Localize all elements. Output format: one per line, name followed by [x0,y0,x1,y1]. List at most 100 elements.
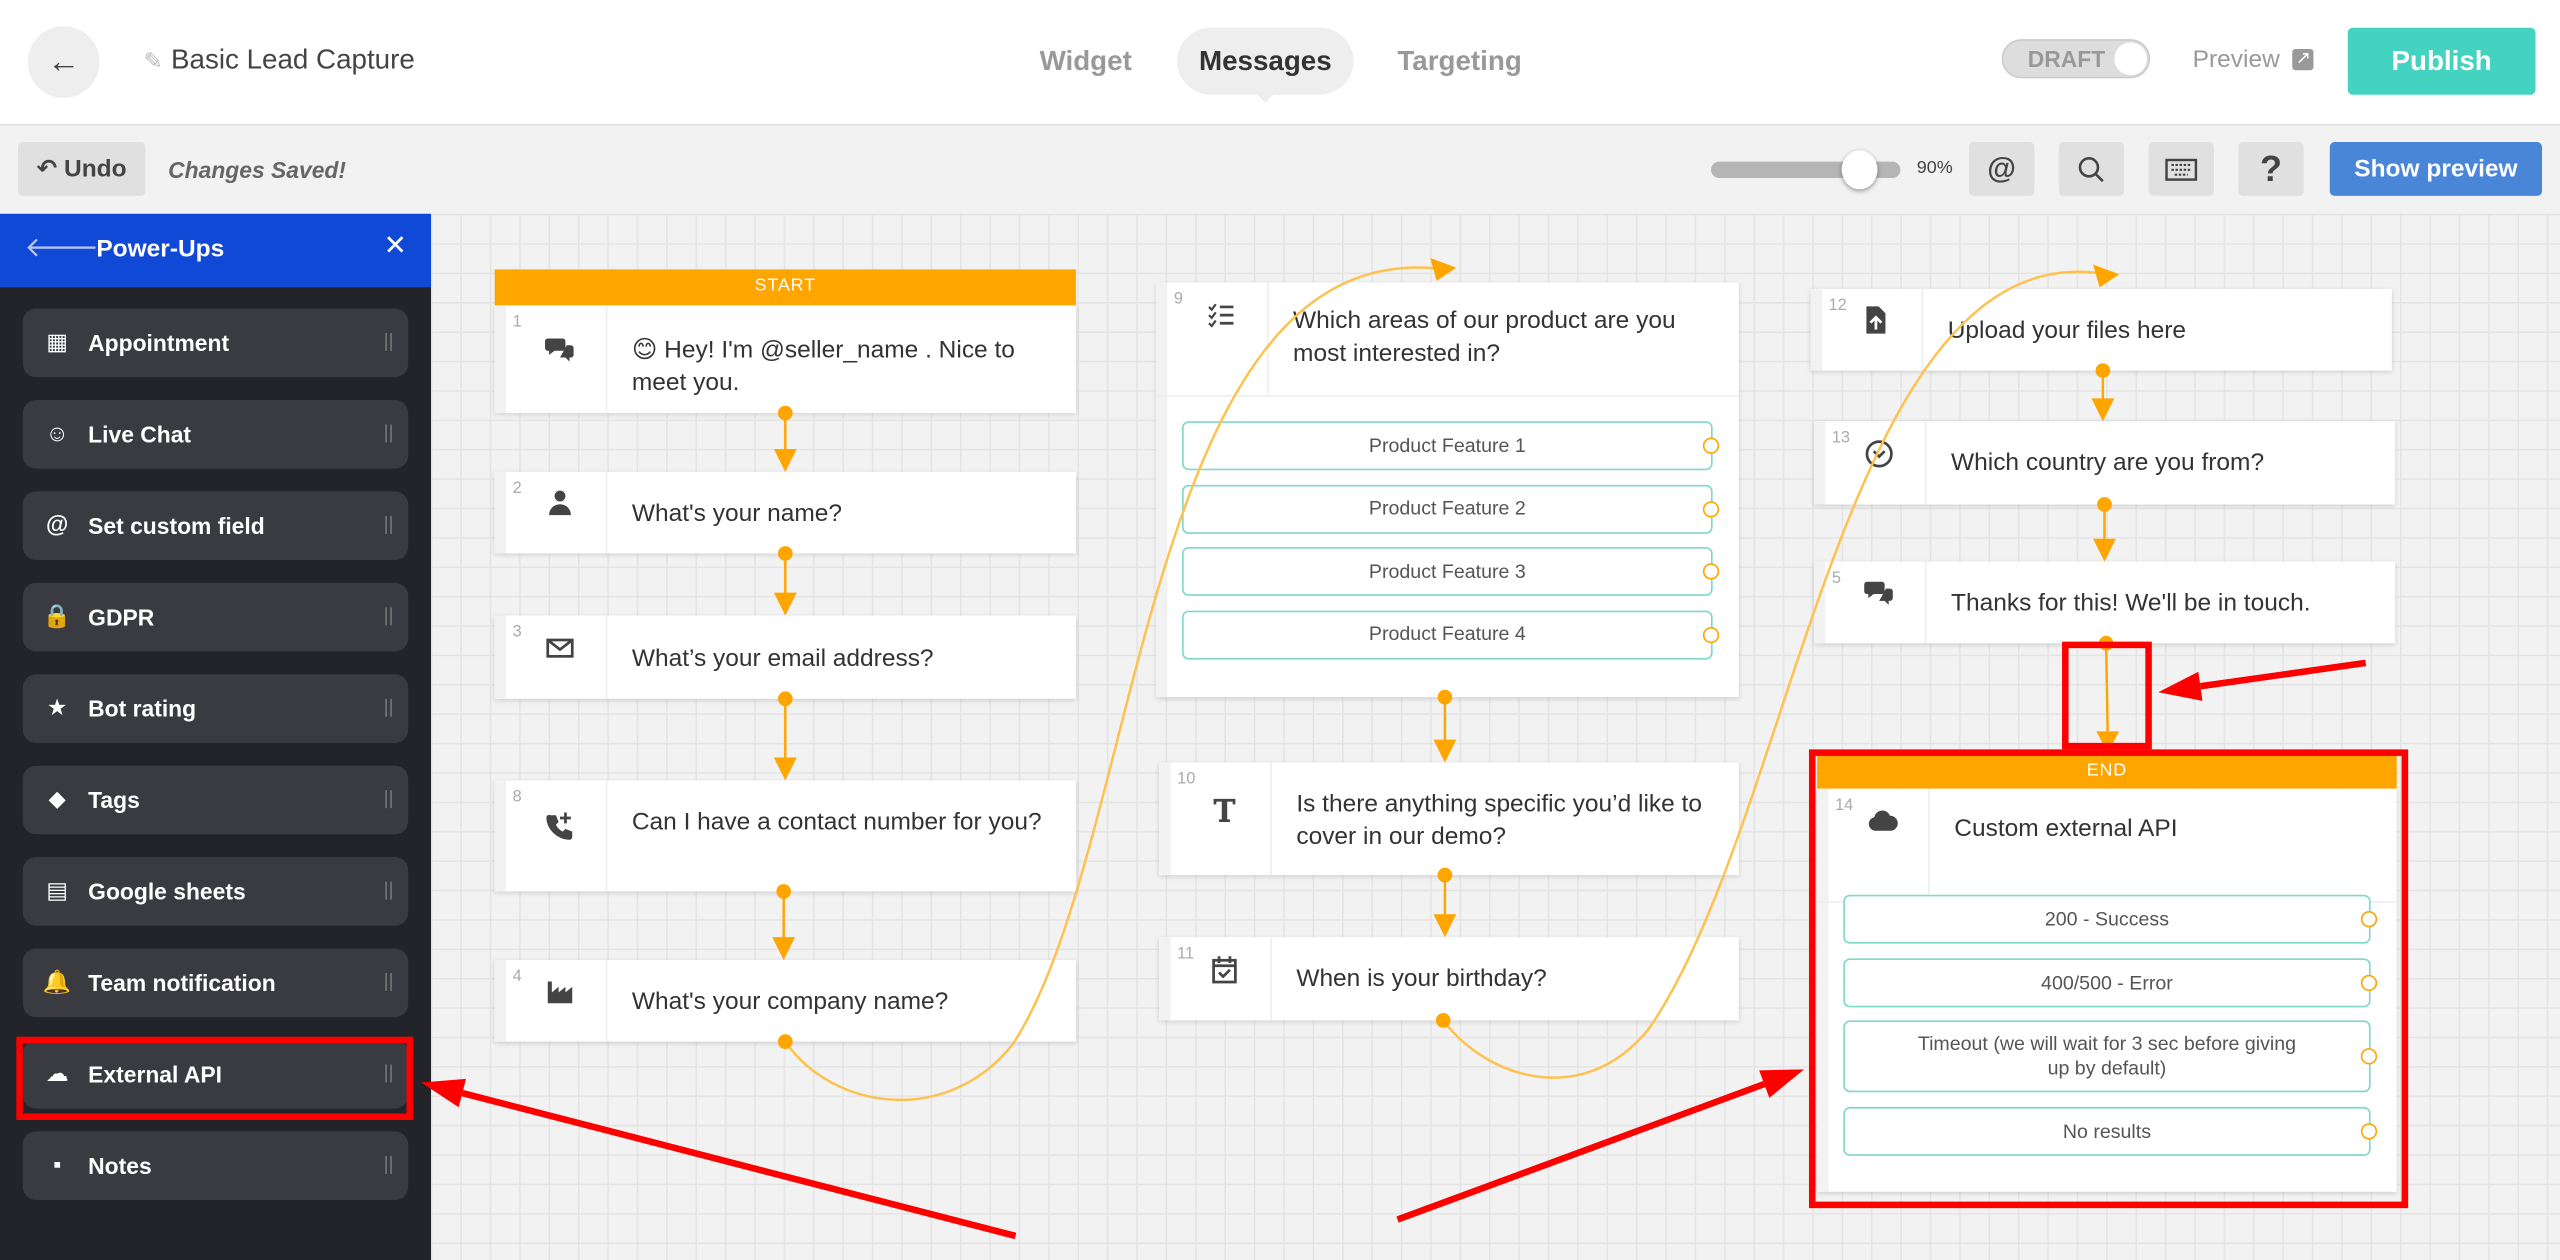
node-number: 12 [1828,297,1847,316]
close-icon[interactable]: ✕ [384,230,407,263]
bot-title[interactable]: ✎ Basic Lead Capture [144,44,415,77]
keyboard-button[interactable] [2148,142,2214,196]
drag-handle-icon[interactable] [385,1064,392,1083]
option-connector-dot[interactable] [2360,1123,2378,1140]
node-divider [605,780,608,892]
zoom-slider-handle[interactable] [1841,150,1878,190]
flow-node[interactable]: 1 😊 Hey! I'm @seller_name . Nice to meet … [494,305,1076,414]
user-icon [544,487,583,526]
sidebar-item-appointment[interactable]: ▦ Appointment [22,308,409,378]
option-label: Timeout (we will wait for 3 sec before g… [1917,1031,2297,1080]
node-text: Can I have a contact number for you? [631,808,1042,836]
option-connector-dot[interactable] [1702,626,1720,643]
flow-node[interactable]: 11 When is your birthday? [1159,937,1739,1021]
undo-button[interactable]: ↶ Undo [17,142,146,196]
flow-node[interactable]: 10 Is there anything specific you’d like … [1159,762,1739,876]
sidebar-item-gdpr[interactable]: 🔒 GDPR [22,582,409,652]
arrow-left-icon: ← [47,43,80,80]
sidebar-item-team-notification[interactable]: 🔔 Team notification [22,948,409,1018]
node-divider [1270,762,1272,876]
drag-handle-icon[interactable] [385,333,392,352]
flow-node[interactable]: 12 Upload your files here [1810,288,2392,371]
node-divider [605,959,608,1042]
calendar-check-icon [1208,953,1247,992]
sidebar-item-live-chat[interactable]: ☺ Live Chat [22,399,409,469]
back-button[interactable]: ← [27,26,100,98]
option-label: Product Feature 2 [1368,496,1526,520]
node-divider [605,615,608,699]
flow-node[interactable]: 8 Can I have a contact number for you? [494,780,1076,892]
search-button[interactable] [2058,142,2125,196]
sidebar-item-set-custom-field[interactable]: @ Set custom field [22,491,409,560]
flow-node[interactable]: 2 What's your name? [494,471,1076,554]
tab-targeting[interactable]: Targeting [1386,28,1533,95]
toggle-knob [2114,42,2147,76]
drag-handle-icon[interactable] [385,790,392,809]
tab-messages[interactable]: Messages [1177,27,1354,103]
option-connector-dot[interactable] [2360,911,2378,928]
node-strip [494,959,507,1042]
sidebar-item-notes[interactable]: ▪ Notes [22,1131,409,1200]
draft-toggle[interactable]: DRAFT [2001,39,2151,79]
drag-handle-icon[interactable] [385,607,392,626]
node-divider [1921,288,1924,371]
node-divider [605,305,608,414]
option-label: Product Feature 3 [1368,559,1526,583]
draft-label: DRAFT [2027,45,2106,72]
node-number: 4 [512,968,522,987]
option-connector-dot[interactable] [2360,974,2378,992]
option-button[interactable]: Product Feature 4 [1182,609,1720,659]
flow-node[interactable]: 9 Which areas of our product are you most… [1155,282,1739,698]
drag-handle-icon[interactable] [385,1155,392,1174]
drag-handle-icon[interactable] [385,424,392,443]
cloud-icon: ☁ [45,1059,69,1086]
phone-plus-icon [544,810,583,849]
keyboard-icon [2165,158,2198,181]
show-preview-button[interactable]: Show preview [2329,142,2543,196]
at-button[interactable]: @ [1968,142,2035,196]
option-label: 400/500 - Error [2041,970,2173,994]
arrow-left-icon[interactable]: 🡐 [24,232,98,265]
option-connector-dot[interactable] [1702,563,1720,580]
preview-link[interactable]: Preview ↗ [2193,46,2315,73]
node-text: 😊 Hey! I'm @seller_name . Nice to meet y… [631,336,1015,397]
tab-widget[interactable]: Widget [1020,28,1151,95]
option-connector-dot[interactable] [2360,1048,2378,1065]
drag-handle-icon[interactable] [385,698,392,717]
flow-node[interactable]: 5 Thanks for this! We'll be in touch. [1813,561,2396,644]
drag-handle-icon[interactable] [385,973,392,992]
sidebar-item-tags[interactable]: ⬥ Tags [22,765,409,835]
sidebar-item-google-sheets[interactable]: ▤ Google sheets [22,857,409,926]
drag-handle-icon[interactable] [385,515,392,534]
node-divider [1270,937,1272,1021]
option-label: No results [2062,1119,2152,1143]
option-button[interactable]: No results [1843,1106,2378,1156]
flow-node[interactable]: 14 Custom external API 200 - Success 400/50… [1817,788,2397,1192]
node-number: 14 [1835,796,1854,815]
zoom-slider[interactable] [1711,150,1901,190]
option-label: 200 - Success [2044,906,2170,930]
option-button[interactable]: Timeout (we will wait for 3 sec before g… [1843,1020,2378,1093]
option-button[interactable]: Product Feature 3 [1182,546,1720,596]
option-connector-dot[interactable] [1702,500,1720,517]
flow-node[interactable]: 3 What’s your email address? [494,615,1076,699]
flow-node[interactable]: 13 Which country are you from? [1813,421,2396,505]
sidebar-item-external-api[interactable]: ☁ External API [22,1039,409,1109]
flow-node[interactable]: 4 What's your company name? [494,959,1076,1042]
factory-icon [544,975,583,1014]
undo-icon: ↶ [36,155,65,183]
option-button[interactable]: Product Feature 1 [1182,421,1720,471]
sidebar-item-bot-rating[interactable]: ★ Bot rating [22,674,409,743]
node-number: 1 [512,313,522,332]
option-button[interactable]: 200 - Success [1843,894,2378,944]
option-button[interactable]: Product Feature 2 [1182,484,1720,534]
sidebar-header: 🡐 Power-Ups ✕ [0,213,432,288]
drag-handle-icon[interactable] [385,881,392,900]
publish-button[interactable]: Publish [2347,27,2536,95]
option-connector-dot[interactable] [1702,437,1720,454]
node-number: 2 [512,479,522,498]
node-separator [1155,395,1739,397]
external-link-icon: ↗ [2292,48,2315,71]
option-button[interactable]: 400/500 - Error [1843,958,2378,1008]
help-button[interactable]: ? [2238,142,2304,196]
